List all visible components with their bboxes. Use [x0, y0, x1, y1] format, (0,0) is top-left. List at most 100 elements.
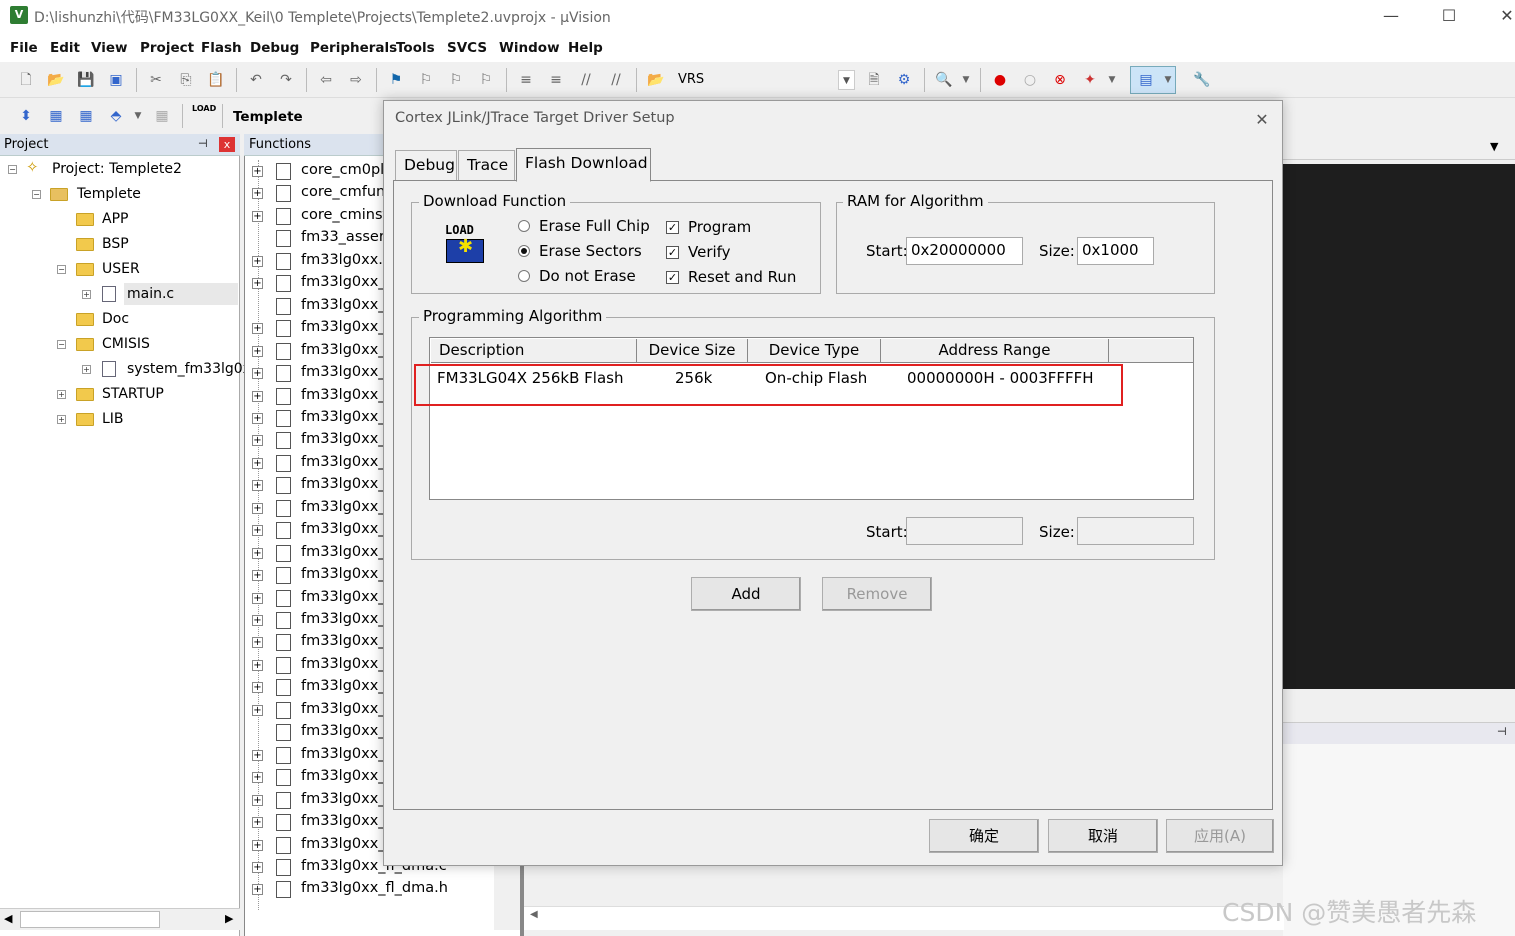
menu-help[interactable]: Help	[568, 40, 603, 56]
expand-icon[interactable]: +	[252, 210, 263, 222]
erase-full-chip-label[interactable]: Erase Full Chip	[539, 217, 650, 235]
algo-size-field[interactable]	[1077, 517, 1194, 545]
tab-flash-download[interactable]: Flash Download	[516, 148, 651, 182]
expand-icon[interactable]: +	[82, 365, 91, 374]
program-label[interactable]: Program	[688, 218, 751, 236]
expand-icon[interactable]: +	[252, 615, 263, 626]
prev-bookmark-icon[interactable]: ⚐	[416, 70, 436, 90]
copy-icon[interactable]: ⎘	[176, 70, 196, 90]
rebuild-icon[interactable]: ▦	[76, 106, 96, 126]
expand-icon[interactable]: +	[252, 884, 263, 896]
expand-icon[interactable]: +	[252, 368, 263, 380]
expand-icon[interactable]: +	[252, 457, 263, 469]
collapse-icon[interactable]: −	[32, 190, 41, 199]
column-header-device-type[interactable]: Device Type	[748, 339, 881, 363]
expand-icon[interactable]: +	[252, 570, 263, 582]
function-file-label[interactable]: fm33lg0xx_	[301, 544, 386, 560]
pin-icon[interactable]: ⊣	[1497, 725, 1507, 738]
collapse-icon[interactable]: −	[57, 265, 66, 274]
uncomment-icon[interactable]: //	[606, 70, 626, 90]
expand-icon[interactable]: +	[252, 188, 263, 200]
ram-size-field[interactable]: 0x1000	[1077, 237, 1154, 265]
comment-icon[interactable]: //	[576, 70, 596, 90]
function-file-label[interactable]: fm33lg0xx_	[301, 364, 386, 380]
expand-icon[interactable]: +	[252, 547, 263, 559]
scrollbar-thumb[interactable]	[20, 911, 160, 928]
collapse-icon[interactable]: −	[8, 165, 17, 174]
expand-icon[interactable]: +	[252, 839, 263, 851]
algo-start-field[interactable]	[906, 517, 1023, 545]
function-file-label[interactable]: fm33lg0xx_	[301, 791, 386, 807]
function-file-label[interactable]: fm33lg0xx_	[301, 274, 386, 290]
function-file-label[interactable]: fm33lg0xx_	[301, 319, 386, 335]
function-file-label[interactable]: fm33lg0xx_	[301, 566, 386, 582]
tab-trace[interactable]: Trace	[458, 150, 515, 180]
function-file-label[interactable]: fm33lg0xx_	[301, 521, 386, 537]
add-button[interactable]: Add	[691, 577, 801, 611]
column-header-description[interactable]: Description	[431, 339, 637, 363]
chevron-down-icon[interactable]: ▼	[1102, 70, 1122, 90]
function-file-label[interactable]: core_cm0pl	[301, 162, 384, 178]
close-window-button[interactable]: ✕	[1484, 4, 1515, 28]
expand-icon[interactable]: +	[252, 323, 263, 335]
function-file-label[interactable]: fm33lg0xx_	[301, 409, 386, 425]
menu-flash[interactable]: Flash	[201, 40, 242, 56]
tab-debug[interactable]: Debug	[395, 150, 457, 180]
menu-tools[interactable]: Tools	[396, 40, 435, 56]
tree-node-target[interactable]: Templete	[77, 186, 141, 202]
erase-full-chip-radio[interactable]	[518, 220, 530, 232]
expand-icon[interactable]: +	[252, 390, 263, 402]
scroll-left-icon[interactable]: ◀	[530, 909, 538, 920]
expand-icon[interactable]: +	[252, 592, 263, 604]
bottom-scrollbar[interactable]	[524, 906, 1284, 930]
function-file-label[interactable]: fm33lg0xx_	[301, 701, 386, 717]
function-file-label[interactable]: fm33lg0xx_	[301, 611, 386, 627]
next-bookmark-icon[interactable]: ⚐	[446, 70, 466, 90]
indent-icon[interactable]: ≡	[516, 70, 536, 90]
redo-icon[interactable]: ↷	[276, 70, 296, 90]
scroll-left-icon[interactable]: ◀	[4, 912, 12, 925]
expand-icon[interactable]: +	[252, 817, 263, 829]
nav-forward-icon[interactable]: ⇨	[346, 70, 366, 90]
tree-node-main-c[interactable]: main.c	[127, 286, 174, 302]
bookmark-icon[interactable]: ⚑	[386, 70, 406, 90]
cut-icon[interactable]: ✂	[146, 70, 166, 90]
save-all-icon[interactable]: ▣	[106, 70, 126, 90]
undo-icon[interactable]: ↶	[246, 70, 266, 90]
function-file-label[interactable]: fm33lg0xx_	[301, 589, 386, 605]
function-file-label[interactable]: fm33lg0xx_	[301, 768, 386, 784]
collapse-icon[interactable]: −	[57, 340, 66, 349]
remove-button[interactable]: Remove	[822, 577, 932, 611]
function-file-label[interactable]: fm33lg0xx_	[301, 454, 386, 470]
expand-icon[interactable]: +	[252, 480, 263, 492]
function-file-label[interactable]: core_cmfun	[301, 184, 385, 200]
function-file-label[interactable]: fm33lg0xx_	[301, 431, 386, 447]
nav-back-icon[interactable]: ⇦	[316, 70, 336, 90]
tree-node-startup[interactable]: STARTUP	[102, 386, 164, 402]
breakpoint-icon[interactable]: ●	[990, 70, 1010, 90]
function-file-label[interactable]: fm33lg0xx_	[301, 297, 386, 313]
menu-debug[interactable]: Debug	[250, 40, 299, 56]
editor-canvas[interactable]	[1283, 164, 1515, 689]
erase-sectors-label[interactable]: Erase Sectors	[539, 242, 642, 260]
menu-peripherals[interactable]: Peripherals	[310, 40, 397, 56]
find-icon[interactable]: 🗎	[864, 70, 884, 90]
menu-edit[interactable]: Edit	[50, 40, 80, 56]
function-file-label[interactable]: fm33_assert	[301, 229, 391, 245]
expand-icon[interactable]: +	[252, 659, 263, 671]
chevron-down-icon[interactable]: ▼	[956, 70, 976, 90]
expand-icon[interactable]: +	[252, 772, 263, 784]
function-file-label[interactable]: fm33lg0xx_	[301, 476, 386, 492]
configure-icon[interactable]: ⚙	[894, 70, 914, 90]
erase-sectors-radio[interactable]	[518, 245, 530, 257]
target-select[interactable]: Templete	[233, 109, 303, 125]
do-not-erase-label[interactable]: Do not Erase	[539, 267, 636, 285]
chevron-down-icon[interactable]: ▼	[128, 106, 148, 126]
debug-session-icon[interactable]: 🔍	[934, 70, 954, 90]
minimize-button[interactable]: —	[1368, 4, 1414, 28]
build-icon[interactable]: ▦	[46, 106, 66, 126]
expand-icon[interactable]: +	[252, 861, 263, 873]
batch-build-icon[interactable]: ⬘	[106, 106, 126, 126]
scroll-right-icon[interactable]: ▶	[225, 912, 233, 925]
column-header-device-size[interactable]: Device Size	[637, 339, 748, 363]
